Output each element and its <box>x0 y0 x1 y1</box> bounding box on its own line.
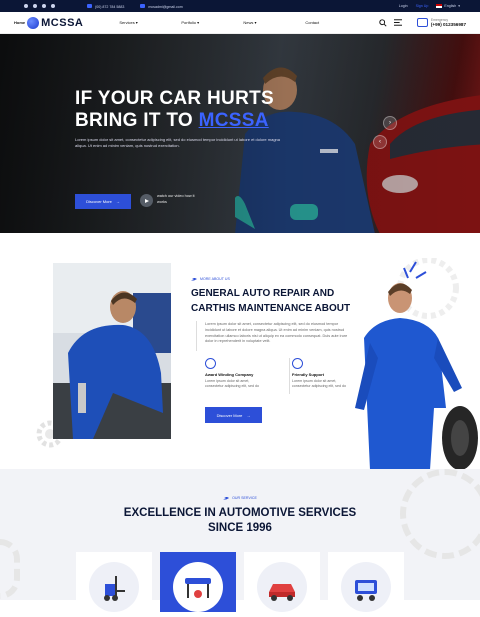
services-section: OUR SERVICE EXCELLENCE IN AUTOMOTIVE SER… <box>0 469 480 612</box>
nav-home[interactable]: Home <box>14 20 25 25</box>
about-subtitle: MORE ABOUT US <box>191 277 230 281</box>
top-bar: (00) 872 784 5883 mcsadmi@gmail.com Logi… <box>0 0 480 12</box>
nav-news[interactable]: News ▾ <box>243 20 305 25</box>
facebook-icon[interactable] <box>24 4 28 8</box>
nav-contact[interactable]: Contact <box>305 20 367 25</box>
logo[interactable]: MCSSA <box>27 16 84 29</box>
mechanic-engine-photo <box>53 263 171 439</box>
chevron-down-icon: ▾ <box>458 4 460 8</box>
hero-section: IF YOUR CAR HURTS BRING IT TO MCSSA Lorem… <box>0 34 480 233</box>
double-chevron-icon <box>191 277 197 281</box>
logo-globe-icon <box>27 16 40 29</box>
hero-discover-button[interactable]: Discover More → <box>75 194 131 209</box>
phone-contact[interactable]: (00) 872 784 5883 <box>87 3 124 9</box>
emergency-contact[interactable]: Emergency (+99) 012356987 <box>416 18 466 27</box>
service-card[interactable] <box>244 552 320 612</box>
slider-prev-button[interactable]: ‹ <box>373 135 387 149</box>
main-navigation: Home MCSSA Services ▾ Portfolio ▾ News ▾… <box>0 12 480 34</box>
email-contact[interactable]: mcsadmi@gmail.com <box>140 3 183 9</box>
forklift-icon <box>104 576 125 601</box>
car-repair-icon <box>269 584 295 601</box>
watch-video-label: watch our video how it works <box>157 194 195 204</box>
about-title: GENERAL AUTO REPAIR AND CARTHIS MAINTENA… <box>191 288 351 314</box>
login-link[interactable]: Login <box>399 4 408 8</box>
language-selector[interactable]: English ▾ <box>436 4 460 8</box>
phone-icon <box>87 3 92 8</box>
double-chevron-icon <box>223 496 230 500</box>
service-card[interactable] <box>76 552 152 612</box>
mail-icon <box>140 3 146 8</box>
arrow-right-icon: → <box>246 412 251 418</box>
hero-description: Lorem ipsum dolor sit amet, consectetur … <box>75 137 280 148</box>
chat-icon <box>416 18 428 27</box>
logo-text: MCSSA <box>41 16 84 29</box>
flag-icon <box>436 4 443 8</box>
services-title: EXCELLENCE IN AUTOMOTIVE SERVICES SINCE 1… <box>123 507 357 534</box>
services-subtitle: OUR SERVICE <box>0 496 480 500</box>
nav-services[interactable]: Services ▾ <box>119 20 181 25</box>
linkedin-icon[interactable] <box>51 4 55 8</box>
menu-icon[interactable] <box>393 19 402 26</box>
signup-link[interactable]: Sign Up <box>416 4 429 8</box>
social-links <box>24 4 55 8</box>
search-icon[interactable] <box>379 18 387 27</box>
arrow-right-icon: → <box>115 199 120 204</box>
slider-next-button[interactable]: › <box>383 116 397 130</box>
about-paragraph: Lorem ipsum dolor sit amet, consectetur … <box>205 322 348 344</box>
about-section: MORE ABOUT US GENERAL AUTO REPAIR AND CA… <box>0 233 480 470</box>
service-card[interactable] <box>328 552 404 612</box>
feature-support: Friendly Support Lorem ipsum dolor sit a… <box>292 358 352 389</box>
nav-portfolio[interactable]: Portfolio ▾ <box>181 20 243 25</box>
play-icon <box>145 198 149 203</box>
support-icon <box>292 358 303 369</box>
feature-award: Award Winding Company Lorem ipsum dolor … <box>205 358 265 389</box>
award-icon <box>205 358 216 369</box>
about-discover-button[interactable]: Discover More → <box>205 407 262 423</box>
smiling-mechanic-photo <box>355 258 478 470</box>
car-lift-icon <box>185 578 211 598</box>
instagram-icon[interactable] <box>33 4 37 8</box>
play-video-button[interactable] <box>140 194 153 207</box>
hero-heading: IF YOUR CAR HURTS BRING IT TO MCSSA <box>75 88 274 131</box>
service-card-active[interactable] <box>160 552 236 612</box>
car-diagnostic-icon <box>355 580 377 601</box>
twitter-icon[interactable] <box>42 4 46 8</box>
